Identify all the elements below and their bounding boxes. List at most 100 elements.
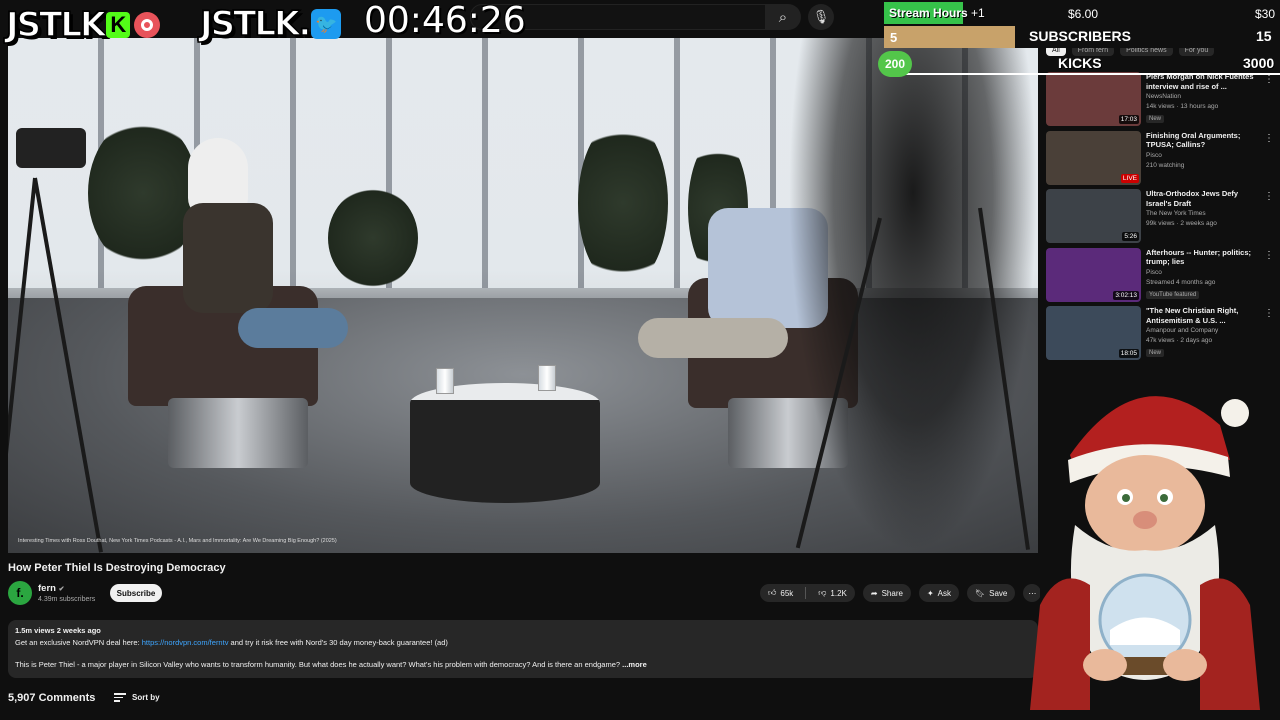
sort-label: Sort by [132,692,160,702]
show-more-link[interactable]: ...more [622,660,647,669]
sort-by-button[interactable]: Sort by [114,691,160,704]
thumbs-up-icon: 👍︎ [768,588,777,597]
plant [88,118,198,268]
recommendation-title[interactable]: "The New Christian Right, Antisemitism &… [1146,306,1264,325]
recommendation-badge: New [1146,349,1165,357]
like-button[interactable]: 👍︎ 65k [760,584,801,602]
right-person-legs [638,318,788,358]
twitter-bird-icon: 🐦 [311,9,342,39]
share-label: Share [881,588,903,598]
sponsor-text: Get an exclusive NordVPN deal here: [15,638,142,647]
save-button[interactable]: 🔖︎ Save [966,584,1016,602]
water-glass [436,368,454,394]
kicks-label: KICKS [1058,55,1102,71]
water-glass [538,365,556,391]
video-player[interactable]: Interesting Times with Ross Douthat, New… [8,38,1038,553]
duration-badge: 5:26 [1122,232,1139,241]
dislike-button[interactable]: 👎︎ 1.2K [810,584,855,602]
plant [328,188,418,288]
channel-name-text: fern [38,583,56,594]
logo-text: JSTLK [5,4,107,46]
view-count-date: 1.5m views 2 weeks ago [15,626,101,635]
plant [578,118,668,288]
verified-icon: ✔ [58,586,65,593]
more-icon[interactable]: ⋮ [1264,133,1274,144]
sparkle-icon: ✦ [926,588,934,598]
video-actions: 👍︎ 65k 👎︎ 1.2K ➦ Share ✦ Ask 🔖︎ Save ⋯ [760,584,1042,602]
subscribers-current: 5 [890,30,898,45]
recommendation-item[interactable]: 17:03 Piers Morgan on Nick Fuentes interv… [1046,72,1274,126]
more-icon[interactable]: ⋮ [1264,74,1274,85]
sponsor-link[interactable]: https://nordvpn.com/ferntv [142,638,229,647]
duration-badge: 3:02:13 [1113,290,1139,300]
left-chair-base [168,398,308,468]
kicks-current: 200 [878,51,912,77]
recommendation-item[interactable]: LIVE Finishing Oral Arguments; TPUSA; Cal… [1046,130,1274,185]
recommendation-meta: 99k views · 2 weeks ago [1146,220,1217,227]
kick-icon: K [106,12,131,38]
stream-timer: 00:46:26 [364,0,526,41]
more-icon[interactable]: ⋮ [1264,250,1274,261]
video-thumbnail[interactable]: 18:05 [1046,306,1141,360]
recommendation-channel[interactable]: Pisco [1146,152,1162,159]
stream-hours-text: Stream Hours [889,6,968,20]
sponsor-text-end: and try it risk free with Nord's 30 day … [228,638,448,647]
ask-button[interactable]: ✦ Ask [918,584,959,602]
recommendation-item[interactable]: 5:26 Ultra-Orthodox Jews Defy Israel's Dr… [1046,189,1274,243]
recommendation-channel[interactable]: The New York Times [1146,210,1206,217]
stream-hours-increment: +1 [971,6,985,20]
recommendation-badge: YouTube featured [1146,290,1200,299]
more-icon[interactable]: ⋮ [1264,308,1274,319]
coffee-table [410,383,600,503]
stream-logo-kick: JSTLK K [5,4,161,46]
record-icon [134,12,161,38]
recommendation-meta: 47k views · 2 days ago [1146,337,1213,344]
video-thumbnail[interactable]: 3:02:13 [1046,247,1141,302]
recommendation-title[interactable]: Ultra-Orthodox Jews Defy Israel's Draft [1146,189,1264,208]
subscribers-goal-fill [884,26,1015,48]
thumbs-down-icon: 👎︎ [818,588,827,597]
recommendation-meta: 210 watching [1146,161,1185,169]
sort-icon [114,691,126,704]
recommendation-meta: Streamed 4 months ago [1146,278,1216,286]
recommendation-channel[interactable]: Pisco [1146,269,1162,276]
subscribe-button[interactable]: Subscribe [110,584,162,602]
recommendation-channel[interactable]: NewsNation [1146,93,1181,100]
recommendation-badge: New [1146,115,1165,123]
voice-search-button[interactable]: 🎙 [808,4,834,30]
stream-hours-price: $6.00 [1068,7,1099,21]
ask-label: Ask [937,588,951,598]
save-label: Save [989,588,1008,598]
logo-text: JSTLK. [199,3,312,45]
channel-avatar[interactable]: f. [8,581,32,605]
duration-badge: LIVE [1120,173,1139,183]
bookmark-icon: 🔖︎ [974,588,986,598]
more-icon[interactable]: ⋮ [1264,191,1274,202]
description-box[interactable]: 1.5m views 2 weeks ago Get an exclusive … [8,620,1038,678]
recommendation-item[interactable]: 3:02:13 Afterhours -- Hunter; politics; t… [1046,247,1274,302]
video-title: How Peter Thiel Is Destroying Democracy [8,562,226,574]
video-thumbnail[interactable]: 17:03 [1046,72,1141,126]
left-person-legs [238,308,348,348]
stream-hours-label: Stream Hours +1 [889,6,985,20]
recommendation-item[interactable]: 18:05 "The New Christian Right, Antisemit… [1046,306,1274,360]
search-icon: ⌕ [778,8,788,26]
recommendation-title[interactable]: Afterhours -- Hunter; politics; trump; l… [1146,248,1264,267]
video-caption: Interesting Times with Ross Douthat, New… [18,538,337,544]
recommendation-channel[interactable]: Amanpour and Company [1146,327,1218,334]
channel-name[interactable]: fern ✔ [38,583,64,594]
description-body: This is Peter Thiel - a major player in … [15,660,621,669]
stream-hours-goal: $30 [1255,7,1276,21]
video-thumbnail[interactable]: LIVE [1046,130,1141,185]
recommendation-title[interactable]: Finishing Oral Arguments; TPUSA; Callins… [1146,131,1264,150]
video-thumbnail[interactable]: 5:26 [1046,189,1141,243]
kicks-goal: 3000 [1243,55,1275,71]
share-button[interactable]: ➦ Share [862,584,911,602]
comments-count: 5,907 Comments [8,692,96,704]
santa-mascot [1030,396,1260,710]
search-button[interactable]: ⌕ [765,4,801,30]
foreground-camera [788,38,1038,553]
duration-badge: 17:03 [1118,115,1139,124]
description-text: This is Peter Thiel - a major player in … [15,660,647,669]
like-count: 65k [780,588,794,598]
